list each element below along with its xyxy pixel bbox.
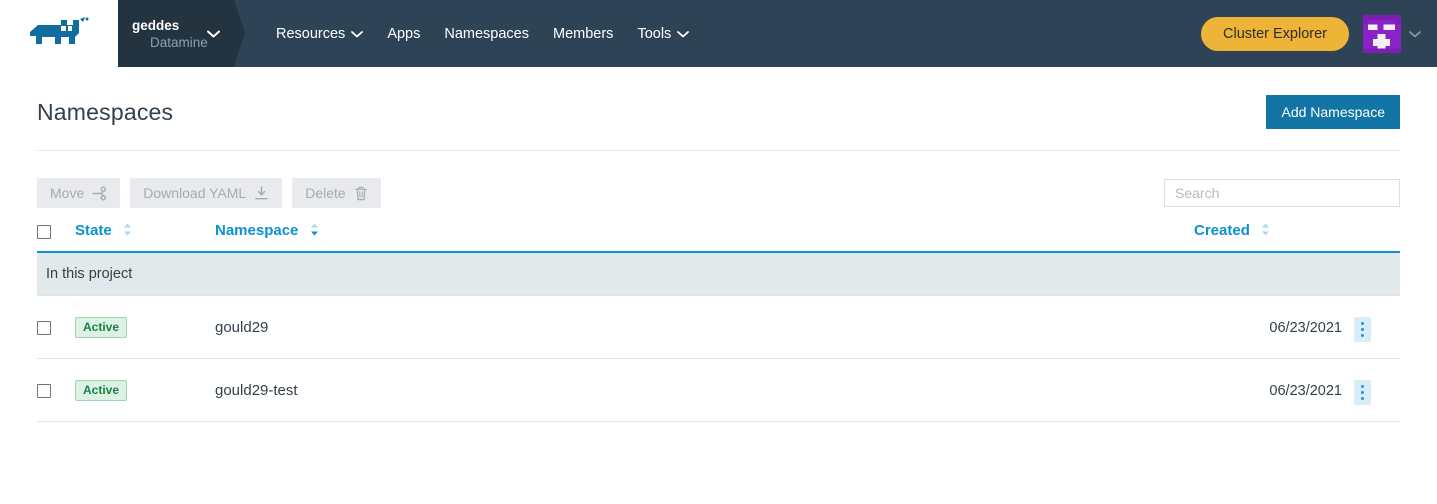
move-button-label: Move	[50, 185, 84, 201]
table-body: In this project Active gould29 06/23/202…	[37, 252, 1400, 422]
download-icon	[254, 186, 269, 201]
row-state-cell: Active	[75, 296, 215, 359]
page-header: Namespaces Add Namespace	[37, 67, 1400, 151]
table-group-label: In this project	[37, 252, 1400, 296]
namespace-link[interactable]: gould29-test	[215, 382, 298, 399]
table-toolbar: Move Download YAML Delete	[37, 151, 1400, 208]
column-header-state-label: State	[75, 222, 112, 239]
namespaces-table: State Namespace	[37, 222, 1400, 422]
trash-icon	[354, 186, 368, 201]
share-nodes-icon	[92, 186, 107, 201]
chevron-down-icon	[351, 26, 363, 42]
nav-item-resources[interactable]: Resources	[264, 26, 375, 42]
page-title: Namespaces	[37, 99, 173, 126]
delete-button[interactable]: Delete	[292, 178, 380, 208]
column-header-actions	[1354, 222, 1400, 252]
delete-button-label: Delete	[305, 185, 345, 201]
select-all-checkbox[interactable]	[37, 225, 51, 239]
column-header-namespace-label: Namespace	[215, 222, 298, 239]
chevron-down-icon	[677, 26, 689, 42]
kebab-menu-icon[interactable]	[1354, 317, 1371, 342]
sort-arrows-icon	[1261, 223, 1270, 240]
kebab-dot	[1361, 385, 1364, 388]
kebab-dot	[1361, 322, 1364, 325]
row-select-cell	[37, 359, 75, 422]
table-head: State Namespace	[37, 222, 1400, 252]
row-actions-cell	[1354, 359, 1400, 422]
created-date: 06/23/2021	[1269, 383, 1354, 399]
nav-right-group: Cluster Explorer	[1201, 0, 1437, 67]
chevron-down-icon	[207, 25, 220, 43]
kebab-dot	[1361, 397, 1364, 400]
download-yaml-button[interactable]: Download YAML	[130, 178, 282, 208]
chevron-down-icon	[1409, 25, 1421, 43]
sort-arrows-icon	[310, 223, 319, 240]
nav-item-label: Namespaces	[444, 26, 529, 42]
kebab-dot	[1361, 334, 1364, 337]
nav-item-label: Members	[553, 26, 613, 42]
column-header-state[interactable]: State	[75, 222, 215, 252]
row-checkbox[interactable]	[37, 321, 51, 335]
user-menu[interactable]	[1363, 15, 1421, 53]
nav-item-tools[interactable]: Tools	[625, 26, 701, 42]
namespace-link[interactable]: gould29	[215, 319, 268, 336]
table-header-row: State Namespace	[37, 222, 1400, 252]
row-actions-cell	[1354, 296, 1400, 359]
kebab-dot	[1361, 328, 1364, 331]
rancher-logo[interactable]	[0, 0, 118, 67]
add-namespace-button[interactable]: Add Namespace	[1266, 95, 1400, 129]
nav-item-apps[interactable]: Apps	[375, 26, 432, 42]
created-date: 06/23/2021	[1269, 320, 1354, 336]
download-yaml-button-label: Download YAML	[143, 185, 246, 201]
row-created-cell: 06/23/2021	[1194, 359, 1354, 422]
table-group-row: In this project	[37, 252, 1400, 296]
select-all-header	[37, 222, 75, 252]
kebab-dot	[1361, 391, 1364, 394]
rancher-bull-logo-icon	[28, 17, 90, 51]
page-content: Namespaces Add Namespace Move Download Y…	[0, 67, 1437, 422]
status-badge: Active	[75, 317, 127, 338]
search-input[interactable]	[1164, 179, 1400, 207]
row-select-cell	[37, 296, 75, 359]
row-checkbox[interactable]	[37, 384, 51, 398]
sort-arrows-icon	[123, 223, 132, 240]
column-header-created-label: Created	[1194, 222, 1250, 239]
nav-item-namespaces[interactable]: Namespaces	[432, 26, 541, 42]
primary-nav: Resources Apps Namespaces Members Tools	[234, 0, 701, 67]
row-state-cell: Active	[75, 359, 215, 422]
move-button[interactable]: Move	[37, 178, 120, 208]
top-navigation-bar: geddes Datamine Resources Apps Namespace…	[0, 0, 1437, 67]
user-identicon-avatar-icon	[1363, 15, 1401, 53]
nav-item-label: Apps	[387, 26, 420, 42]
nav-item-label: Tools	[637, 26, 671, 42]
status-badge: Active	[75, 380, 127, 401]
kebab-menu-icon[interactable]	[1354, 380, 1371, 405]
project-selector[interactable]: geddes Datamine	[118, 0, 234, 67]
row-created-cell: 06/23/2021	[1194, 296, 1354, 359]
table-row[interactable]: Active gould29-test 06/23/2021	[37, 359, 1400, 422]
column-header-namespace[interactable]: Namespace	[215, 222, 1194, 252]
table-row[interactable]: Active gould29 06/23/2021	[37, 296, 1400, 359]
nav-item-members[interactable]: Members	[541, 26, 625, 42]
row-namespace-cell: gould29-test	[215, 359, 1194, 422]
cluster-explorer-button[interactable]: Cluster Explorer	[1201, 17, 1349, 51]
column-header-created[interactable]: Created	[1194, 222, 1354, 252]
row-namespace-cell: gould29	[215, 296, 1194, 359]
nav-item-label: Resources	[276, 26, 345, 42]
